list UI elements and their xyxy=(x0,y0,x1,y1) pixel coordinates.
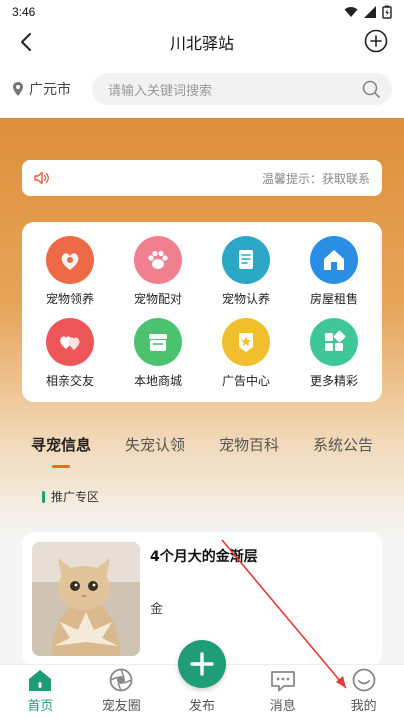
nav-label: 消息 xyxy=(269,699,296,714)
tab-found-pet-claim[interactable]: 失宠认领 xyxy=(125,430,185,464)
notice-bar[interactable]: 温馨提示：获取联系 xyxy=(22,160,382,196)
service-label: 房屋租售 xyxy=(309,291,358,306)
tab-system-announcement[interactable]: 系统公告 xyxy=(313,430,373,464)
tab-indicator xyxy=(51,465,70,468)
service-label: 本地商城 xyxy=(133,373,182,388)
back-button[interactable] xyxy=(14,30,38,54)
nav-label: 发布 xyxy=(188,699,215,714)
promo-label: 推广专区 xyxy=(51,490,100,504)
service-label: 更多精彩 xyxy=(309,373,358,388)
location-label: 广元市 xyxy=(29,82,71,98)
battery-icon xyxy=(382,5,392,19)
wifi-icon xyxy=(344,7,358,17)
service-local-mall[interactable]: 本地商城 xyxy=(114,312,202,394)
service-dating[interactable]: 相亲交友 xyxy=(26,312,114,394)
kitten-photo xyxy=(32,542,140,656)
service-label: 宠物认养 xyxy=(221,291,270,306)
tab-pet-encyclopedia[interactable]: 宠物百科 xyxy=(219,430,279,464)
search-placeholder: 请输入关键词搜索 xyxy=(108,83,213,99)
document-icon xyxy=(222,235,270,284)
status-time: 3:46 xyxy=(12,5,36,19)
section-marker xyxy=(42,490,45,503)
services-grid: 宠物领养 宠物配对 宠物认养 房屋租售 相亲交友 本地商城 广告中心 更多精彩 xyxy=(22,222,382,402)
search-icon[interactable] xyxy=(362,80,380,98)
service-housing[interactable]: 房屋租售 xyxy=(290,230,378,312)
nav-label: 首页 xyxy=(27,699,54,714)
service-label: 宠物配对 xyxy=(133,291,182,306)
search-input[interactable]: 请输入关键词搜索 xyxy=(92,73,392,105)
service-label: 相亲交友 xyxy=(45,373,94,388)
service-ad-center[interactable]: 广告中心 xyxy=(202,312,290,394)
speaker-icon xyxy=(34,171,49,185)
nav-messages[interactable]: 消息 xyxy=(242,665,323,718)
house-icon xyxy=(310,235,358,284)
publish-button[interactable] xyxy=(178,640,226,688)
signal-icon xyxy=(364,6,376,18)
service-pet-sponsor[interactable]: 宠物认养 xyxy=(202,230,290,312)
nav-home[interactable]: 首页 xyxy=(0,665,81,718)
message-icon xyxy=(270,671,295,692)
location-selector[interactable]: 广元市 xyxy=(12,79,92,99)
service-label: 广告中心 xyxy=(221,373,270,388)
chevron-left-icon xyxy=(21,33,31,51)
tab-lost-pet-info[interactable]: 寻宠信息 xyxy=(31,430,91,468)
nav-mine[interactable]: 我的 xyxy=(323,665,404,718)
camera-shutter-icon xyxy=(109,668,133,692)
add-circle-icon[interactable] xyxy=(364,29,388,53)
service-label: 宠物领养 xyxy=(45,291,94,306)
star-badge-icon xyxy=(222,317,270,366)
plus-icon xyxy=(190,652,214,676)
smile-icon xyxy=(352,668,375,692)
nav-label: 我的 xyxy=(350,699,377,714)
grid-icon xyxy=(310,317,358,366)
service-pet-adopt[interactable]: 宠物领养 xyxy=(26,230,114,312)
service-pet-match[interactable]: 宠物配对 xyxy=(114,230,202,312)
service-more[interactable]: 更多精彩 xyxy=(290,312,378,394)
nav-bar: 川北驿站 xyxy=(0,24,404,60)
location-pin-icon xyxy=(13,82,23,96)
listing-subtitle: 金 xyxy=(150,602,164,617)
search-row: 广元市 请输入关键词搜索 xyxy=(0,60,404,118)
nav-label: 宠友圈 xyxy=(101,699,141,714)
promo-section-header: 推广专区 xyxy=(42,488,99,505)
notice-text: 温馨提示：获取联系 xyxy=(261,171,370,186)
listing-title: 4个月大的金渐层 xyxy=(150,549,258,565)
page-title: 川北驿站 xyxy=(169,36,234,53)
paw-icon xyxy=(134,235,182,284)
status-bar: 3:46 xyxy=(0,0,404,24)
category-tabs: 寻宠信息 失宠认领 宠物百科 系统公告 xyxy=(0,430,404,468)
shop-icon xyxy=(134,317,182,366)
home-icon xyxy=(29,670,52,691)
hearts-icon xyxy=(46,317,94,366)
nav-pet-circle[interactable]: 宠友圈 xyxy=(81,665,162,718)
pet-adopt-icon xyxy=(46,235,94,284)
